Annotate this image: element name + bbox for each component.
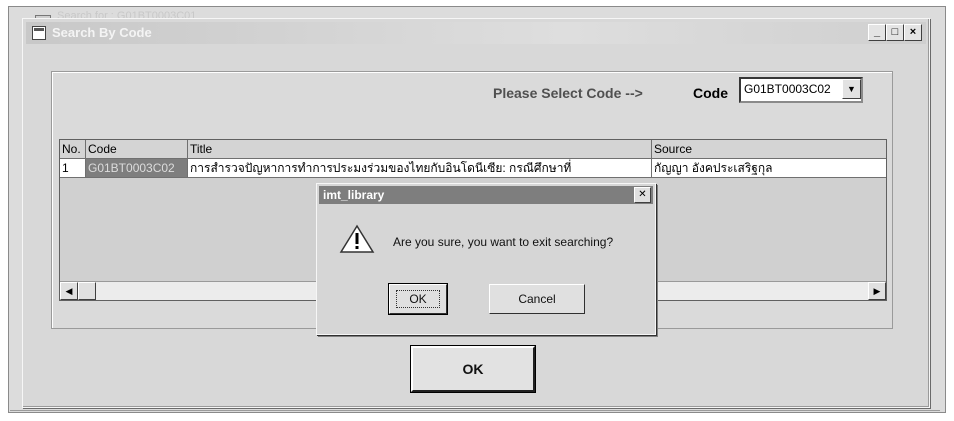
window-titlebar[interactable]: Search By Code _ □ × <box>26 22 926 44</box>
scroll-left-icon[interactable]: ◀ <box>60 282 78 300</box>
dialog-title: imt_library <box>323 188 385 202</box>
code-combobox[interactable]: G01BT0003C02 ▼ <box>739 77 863 103</box>
minimize-button[interactable]: _ <box>868 24 886 41</box>
dialog-titlebar[interactable]: imt_library ✕ <box>319 186 653 204</box>
dialog-close-icon[interactable]: ✕ <box>634 187 651 203</box>
grid-header: No. Code Title Source <box>60 140 886 159</box>
dialog-cancel-button[interactable]: Cancel <box>489 284 585 314</box>
column-header-no[interactable]: No. <box>60 140 86 158</box>
dialog-ok-button[interactable]: OK <box>388 283 448 315</box>
table-row[interactable]: 1 G01BT0003C02 การสำรวจปัญหาการทำการประม… <box>60 159 886 178</box>
dialog-message: Are you sure, you want to exit searching… <box>393 235 614 249</box>
column-header-source[interactable]: Source <box>652 140 886 158</box>
cell-code[interactable]: G01BT0003C02 <box>86 159 188 177</box>
column-header-title[interactable]: Title <box>188 140 652 158</box>
chevron-down-icon[interactable]: ▼ <box>842 79 861 99</box>
code-combobox-value: G01BT0003C02 <box>744 82 831 96</box>
confirm-exit-dialog: imt_library ✕ Are you sure, you want to … <box>316 183 656 335</box>
cell-no[interactable]: 1 <box>60 159 86 177</box>
window-title: Search By Code <box>52 25 152 40</box>
cell-title[interactable]: การสำรวจปัญหาการทำการประมงร่วมของไทยกับอ… <box>188 159 652 177</box>
dialog-ok-label: OK <box>396 290 440 308</box>
column-header-code[interactable]: Code <box>86 140 188 158</box>
app-icon <box>32 26 46 40</box>
cell-source[interactable]: กัญญา อังคประเสริฐกุล <box>652 159 886 177</box>
divider <box>10 410 940 411</box>
scroll-thumb[interactable] <box>78 282 96 300</box>
maximize-button[interactable]: □ <box>886 24 904 41</box>
code-label: Code <box>693 85 728 101</box>
select-code-prompt: Please Select Code --> <box>493 85 643 101</box>
scroll-right-icon[interactable]: ▶ <box>868 282 886 300</box>
close-button[interactable]: × <box>904 24 922 41</box>
ok-button[interactable]: OK <box>410 345 536 393</box>
warning-icon <box>339 224 375 253</box>
